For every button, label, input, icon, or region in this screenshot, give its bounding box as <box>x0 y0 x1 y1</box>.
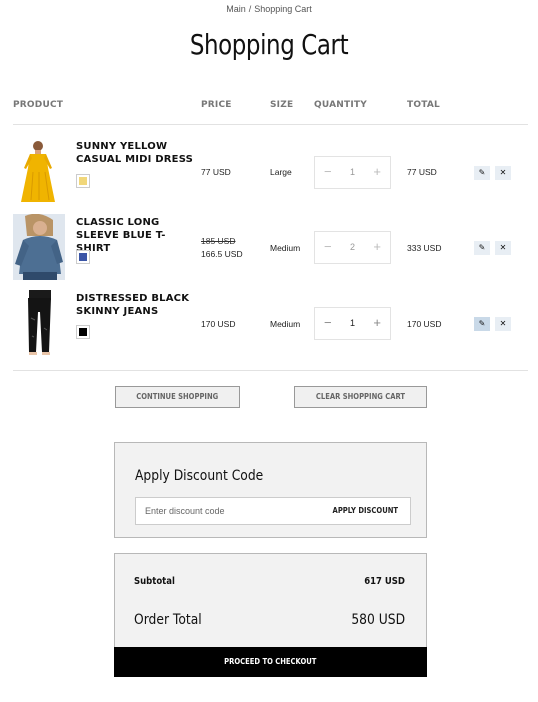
breadcrumb-home-link[interactable]: Main <box>226 4 246 14</box>
breadcrumb-current: Shopping Cart <box>254 4 312 14</box>
discount-panel: Apply Discount Code APPLY DISCOUNT <box>114 442 427 538</box>
cart-row: SUNNY YELLOW CASUAL MIDI DRESS 77 USD La… <box>0 138 538 206</box>
item-price-value: 77 USD <box>201 167 231 177</box>
discount-title: Apply Discount Code <box>135 468 264 484</box>
item-total: 333 USD <box>407 243 442 253</box>
table-bottom-divider <box>13 370 528 371</box>
product-name[interactable]: CLASSIC LONG SLEEVE BLUE T-SHIRT <box>76 216 196 255</box>
checkout-label: PROCEED TO CHECKOUT <box>224 657 317 666</box>
header-price: PRICE <box>201 100 232 110</box>
item-size: Large <box>270 167 292 177</box>
order-summary: Subtotal 617 USD Order Total 580 USD PRO… <box>114 553 427 677</box>
header-size: SIZE <box>270 100 294 110</box>
item-price: 77 USD <box>201 166 231 179</box>
pencil-icon[interactable]: ✎ <box>474 317 490 331</box>
color-swatch <box>76 174 90 188</box>
plus-icon[interactable]: + <box>373 316 381 330</box>
header-quantity: QUANTITY <box>314 100 367 110</box>
item-size: Medium <box>270 319 301 329</box>
color-swatch <box>76 250 90 264</box>
cart-table-header: PRODUCT PRICE SIZE QUANTITY TOTAL <box>0 100 538 114</box>
product-name[interactable]: DISTRESSED BLACK SKINNY JEANS <box>76 292 196 318</box>
product-image-black-jeans[interactable] <box>13 290 65 356</box>
discount-form: APPLY DISCOUNT <box>135 497 411 525</box>
item-price: 170 USD <box>201 318 236 331</box>
cart-row: DISTRESSED BLACK SKINNY JEANS 170 USD Me… <box>0 290 538 358</box>
order-total-value: 580 USD <box>351 612 405 628</box>
pencil-icon[interactable]: ✎ <box>474 166 490 180</box>
product-image-yellow-dress[interactable] <box>13 138 65 204</box>
item-price: 185 USD 166.5 USD <box>201 235 243 261</box>
header-divider <box>13 124 528 125</box>
pencil-icon[interactable]: ✎ <box>474 241 490 255</box>
continue-shopping-button[interactable]: CONTINUE SHOPPING <box>115 386 240 408</box>
product-name[interactable]: SUNNY YELLOW CASUAL MIDI DRESS <box>76 140 196 166</box>
quantity-stepper: − 1 + <box>314 156 391 189</box>
product-image-blue-tshirt[interactable] <box>13 214 65 280</box>
swatch-color <box>79 328 87 336</box>
plus-icon[interactable]: + <box>373 165 381 179</box>
item-total: 170 USD <box>407 319 442 329</box>
subtotal-value: 617 USD <box>364 576 405 587</box>
clear-cart-button[interactable]: CLEAR SHOPPING CART <box>294 386 427 408</box>
page-title: Shopping Cart <box>189 28 349 61</box>
header-product: PRODUCT <box>13 100 64 110</box>
color-swatch <box>76 325 90 339</box>
continue-shopping-label: CONTINUE SHOPPING <box>136 392 219 401</box>
clear-cart-label: CLEAR SHOPPING CART <box>315 392 406 401</box>
plus-icon[interactable]: + <box>373 240 381 254</box>
order-total-label: Order Total <box>134 612 202 628</box>
item-total: 77 USD <box>407 167 437 177</box>
close-icon[interactable]: ✕ <box>495 241 511 255</box>
breadcrumb-separator: / <box>248 4 252 14</box>
item-size: Medium <box>270 243 301 253</box>
cart-row: CLASSIC LONG SLEEVE BLUE T-SHIRT 185 USD… <box>0 214 538 282</box>
discount-code-input[interactable] <box>145 498 325 524</box>
header-total: TOTAL <box>407 100 440 110</box>
apply-discount-button[interactable]: APPLY DISCOUNT <box>333 506 398 515</box>
proceed-to-checkout-button[interactable]: PROCEED TO CHECKOUT <box>114 647 427 677</box>
close-icon[interactable]: ✕ <box>495 317 511 331</box>
item-original-price: 185 USD <box>201 236 236 246</box>
close-icon[interactable]: ✕ <box>495 166 511 180</box>
quantity-stepper: − 1 + <box>314 307 391 340</box>
quantity-stepper: − 2 + <box>314 231 391 264</box>
item-price-value: 166.5 USD <box>201 249 243 259</box>
breadcrumb: Main / Shopping Cart <box>0 4 538 14</box>
subtotal-label: Subtotal <box>134 576 175 587</box>
item-price-value: 170 USD <box>201 319 236 329</box>
swatch-color <box>79 253 87 261</box>
swatch-color <box>79 177 87 185</box>
